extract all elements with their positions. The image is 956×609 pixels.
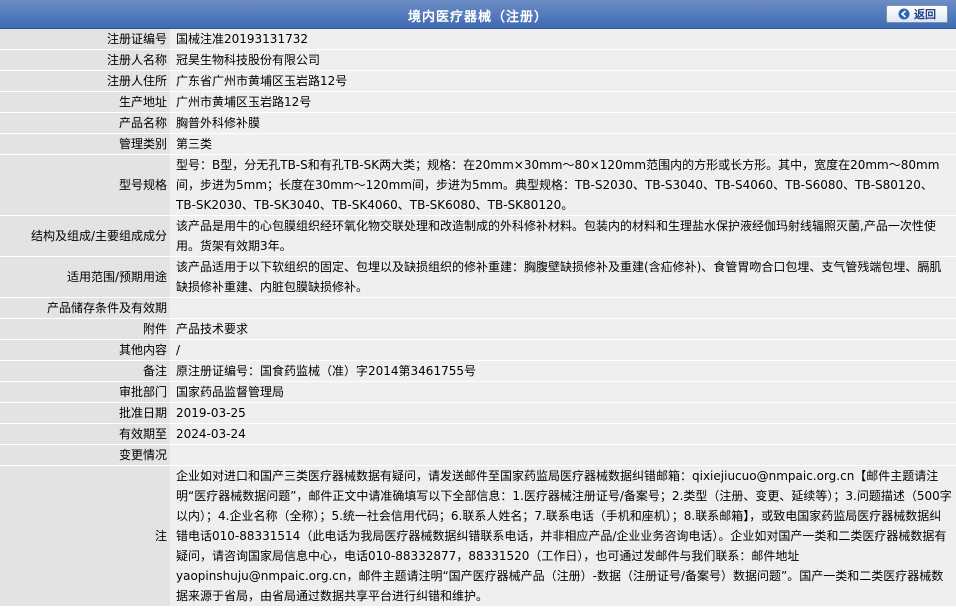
detail-table: 注册证编号 国械注准20193131732 注册人名称 冠昊生物科技股份有限公司 注… <box>0 28 956 607</box>
table-row: 型号规格 型号：B型，分无孔TB-S和有孔TB-SK两大类；规格：在20mm×30… <box>0 155 956 215</box>
row-label: 有效期至 <box>0 424 170 444</box>
row-value: 广州市黄埔区玉岩路12号 <box>170 92 956 112</box>
table-row: 生产地址 广州市黄埔区玉岩路12号 <box>0 92 956 112</box>
table-row: 结构及组成/主要组成成分 该产品是用牛的心包膜组织经环氧化物交联处理和改造制成的外… <box>0 216 956 256</box>
row-value <box>170 445 956 465</box>
note-label: 注 <box>0 466 170 606</box>
row-label: 注册人住所 <box>0 71 170 91</box>
row-value: 胸普外科修补膜 <box>170 113 956 133</box>
row-value: 广东省广州市黄埔区玉岩路12号 <box>170 71 956 91</box>
back-arrow-icon <box>898 8 910 20</box>
row-label: 批准日期 <box>0 403 170 423</box>
note-row: 注企业如对进口和国产三类医疗器械数据有疑问，请发送邮件至国家药监局医疗器械数据纠… <box>0 466 956 606</box>
table-row: 批准日期 2019-03-25 <box>0 403 956 423</box>
note-text: 企业如对进口和国产三类医疗器械数据有疑问，请发送邮件至国家药监局医疗器械数据纠错… <box>170 466 956 606</box>
row-value: 产品技术要求 <box>170 319 956 339</box>
row-label: 产品储存条件及有效期 <box>0 298 170 318</box>
table-row: 附件 产品技术要求 <box>0 319 956 339</box>
row-value: / <box>170 340 956 360</box>
table-row: 审批部门 国家药品监督管理局 <box>0 382 956 402</box>
row-label: 审批部门 <box>0 382 170 402</box>
row-label: 结构及组成/主要组成成分 <box>0 216 170 256</box>
row-label: 变更情况 <box>0 445 170 465</box>
table-row: 注册证编号 国械注准20193131732 <box>0 29 956 49</box>
row-label: 备注 <box>0 361 170 381</box>
row-label: 型号规格 <box>0 155 170 215</box>
row-label: 附件 <box>0 319 170 339</box>
row-label: 管理类别 <box>0 134 170 154</box>
row-label: 生产地址 <box>0 92 170 112</box>
row-label: 注册证编号 <box>0 29 170 49</box>
row-value: 冠昊生物科技股份有限公司 <box>170 50 956 70</box>
table-row: 适用范围/预期用途 该产品适用于以下软组织的固定、包埋以及缺损组织的修补重建：胸腹… <box>0 257 956 297</box>
back-button[interactable]: 返回 <box>886 5 948 23</box>
row-value <box>170 298 956 318</box>
row-value: 国家药品监督管理局 <box>170 382 956 402</box>
row-value: 该产品是用牛的心包膜组织经环氧化物交联处理和改造制成的外科修补材料。包装内的材料… <box>170 216 956 256</box>
table-row: 产品储存条件及有效期 <box>0 298 956 318</box>
table-row: 备注 原注册证编号：国食药监械（准）字2014第3461755号 <box>0 361 956 381</box>
table-row: 管理类别 第三类 <box>0 134 956 154</box>
row-label: 注册人名称 <box>0 50 170 70</box>
row-value: 型号：B型，分无孔TB-S和有孔TB-SK两大类；规格：在20mm×30mm～8… <box>170 155 956 215</box>
page-title: 境内医疗器械（注册） <box>407 10 548 25</box>
header-bar: 境内医疗器械（注册） 返回 <box>0 0 956 29</box>
table-row: 有效期至 2024-03-24 <box>0 424 956 444</box>
table-row: 注册人住所 广东省广州市黄埔区玉岩路12号 <box>0 71 956 91</box>
row-value: 2019-03-25 <box>170 403 956 423</box>
row-value: 该产品适用于以下软组织的固定、包埋以及缺损组织的修补重建：胸腹壁缺损修补及重建(… <box>170 257 956 297</box>
table-row: 变更情况 <box>0 445 956 465</box>
row-label: 其他内容 <box>0 340 170 360</box>
row-value: 第三类 <box>170 134 956 154</box>
page: 境内医疗器械（注册） 返回 注册证编号 国械注准20193131732 注册人名称… <box>0 0 956 609</box>
row-value: 原注册证编号：国食药监械（准）字2014第3461755号 <box>170 361 956 381</box>
row-label: 产品名称 <box>0 113 170 133</box>
table-row: 产品名称 胸普外科修补膜 <box>0 113 956 133</box>
table-row: 注册人名称 冠昊生物科技股份有限公司 <box>0 50 956 70</box>
row-label: 适用范围/预期用途 <box>0 257 170 297</box>
table-row: 其他内容 / <box>0 340 956 360</box>
row-value: 2024-03-24 <box>170 424 956 444</box>
row-value: 国械注准20193131732 <box>170 29 956 49</box>
back-button-label: 返回 <box>914 8 936 21</box>
